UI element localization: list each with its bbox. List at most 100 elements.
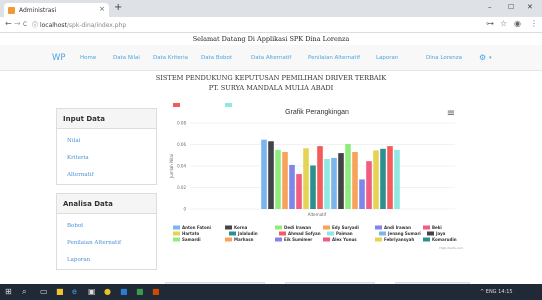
sidebar-item-alternatif[interactable]: Alternatif	[57, 167, 156, 184]
chart-credit: Highcharts.com	[439, 246, 463, 250]
nav-laporan[interactable]: Laporan	[376, 55, 398, 61]
windows-start-icon[interactable]: ⊞	[5, 287, 12, 296]
close-window-button[interactable]: ✕	[527, 3, 533, 11]
settings-gear-icon[interactable]: ⚙	[479, 53, 486, 62]
nav-data-nilai[interactable]: Data Nilai	[113, 55, 140, 61]
legend-label: Dedi Irawan	[284, 225, 311, 230]
bar-korna	[268, 141, 274, 209]
legend-label: Korna	[234, 225, 248, 230]
legend-swatch	[375, 237, 382, 242]
back-button[interactable]: ←	[5, 19, 12, 28]
legend-swatch	[423, 225, 430, 230]
legend-swatch	[375, 225, 382, 230]
legend-label: Andi Irawan	[384, 225, 411, 230]
app-icon[interactable]: ■	[152, 287, 160, 296]
legend-swatch	[327, 231, 334, 236]
edge-icon[interactable]: e	[72, 287, 77, 296]
y-tick-label: 0.02	[177, 185, 186, 190]
legend-label: Marhasn	[234, 237, 254, 242]
sidebar-item-kriteria[interactable]: Kriteria	[57, 150, 156, 167]
legend-swatch	[427, 231, 434, 236]
bar-eik-sumimer	[359, 179, 365, 209]
menu-icon[interactable]: ⋮	[530, 19, 538, 28]
y-tick-label: 0.08	[177, 121, 186, 126]
new-tab-button[interactable]: +	[114, 2, 122, 13]
chart-title: Grafik Perangkingan	[285, 109, 349, 116]
legend-label: Samardi	[182, 237, 201, 242]
account-icon[interactable]: ◉	[514, 19, 521, 28]
legend-swatch	[173, 231, 180, 236]
bar-edy-suryadi	[282, 152, 288, 209]
system-tray[interactable]: ^ ENG 14:15	[480, 289, 513, 295]
word-icon[interactable]: ■	[120, 287, 128, 296]
bar-febriyansyah	[373, 150, 379, 209]
task-view-icon[interactable]: ▭	[40, 287, 48, 296]
nav-home[interactable]: Home	[80, 55, 96, 61]
welcome-text: Selamat Datang Di Applikasi SPK Dina Lor…	[192, 35, 350, 43]
chrome-icon[interactable]: ●	[104, 287, 111, 296]
key-icon[interactable]: ⊶	[486, 19, 494, 28]
y-tick-label: 0	[183, 207, 186, 212]
search-icon[interactable]: ⌕	[22, 287, 26, 297]
nav-data-bobot[interactable]: Data Bobot	[201, 55, 232, 61]
legend-swatch	[173, 225, 180, 230]
bar-anton-fatoni	[261, 139, 267, 209]
bar-ahmad-sofyan	[317, 146, 323, 209]
input-data-heading: Input Data	[57, 109, 156, 129]
legend-swatch	[229, 231, 236, 236]
legend-label: Alex Yunus	[332, 237, 357, 242]
legend-label: Beki	[432, 225, 442, 230]
sidebar-item-bobot[interactable]: Bobot	[57, 218, 156, 235]
excel-icon[interactable]: ■	[136, 287, 144, 296]
bar-dedi-irawan	[275, 149, 281, 209]
bar-komarudin	[380, 148, 386, 209]
bar-jaya	[338, 153, 344, 209]
url-path: /spk-dina/index.php	[66, 22, 127, 29]
legend-swatch	[275, 225, 282, 230]
file-explorer-icon[interactable]: ■	[56, 287, 64, 296]
browser-titlebar: Administrasi × + – ☐ ✕	[0, 0, 542, 17]
tab-title: Administrasi	[19, 6, 57, 14]
legend-swatch	[279, 231, 286, 236]
sidebar-item-laporan[interactable]: Laporan	[57, 252, 156, 269]
chevron-down-icon[interactable]: ▾	[489, 55, 492, 61]
ranking-chart-svg: Grafik Perangkingan ≡ 0 0.02 0.04 0.06 0.08 Jum…	[169, 99, 463, 250]
star-icon[interactable]: ☆	[500, 19, 507, 28]
tab-close-icon[interactable]: ×	[99, 5, 105, 13]
legend-swatch	[379, 231, 386, 236]
store-icon[interactable]: ▣	[88, 287, 96, 296]
browser-tab[interactable]: Administrasi ×	[4, 3, 109, 17]
y-axis-label: Jumlah Nilai	[169, 154, 174, 179]
sidebar-item-nilai[interactable]: Nilai	[57, 133, 156, 150]
nav-data-kriteria[interactable]: Data Kriteria	[153, 55, 188, 61]
forward-button[interactable]: →	[14, 19, 21, 28]
brand-link[interactable]: WP	[52, 53, 66, 63]
sidebar-item-penilaian-alternatif[interactable]: Penilaian Alternatif	[57, 235, 156, 252]
bar-nurohim	[387, 146, 393, 209]
legend-label: Febriyansyah	[384, 237, 414, 242]
bar-evan-w	[394, 149, 400, 209]
analisa-data-heading: Analisa Data	[57, 194, 156, 214]
bar-jenang-sumari	[331, 157, 337, 209]
nav-data-alternatif[interactable]: Data Alternatif	[251, 55, 291, 61]
bar-andi-irawan	[289, 164, 295, 209]
ranking-chart: Grafik Perangkingan ≡ 0 0.02 0.04 0.06 0.08 Jum…	[165, 99, 470, 271]
url-host: localhost	[39, 22, 67, 29]
address-bar[interactable]: ⓘ localhost/spk-dina/index.php	[32, 20, 126, 29]
legend-label: Anton Fatoni	[182, 225, 212, 230]
nav-penilaian-alternatif[interactable]: Penilaian Alternatif	[308, 55, 360, 61]
chart-menu-icon[interactable]: ≡	[447, 108, 455, 119]
legend-swatch	[323, 225, 330, 230]
nav-user[interactable]: Dina Lorenza	[426, 55, 462, 61]
legend-label: Hartato	[182, 231, 200, 236]
minimize-button[interactable]: –	[488, 3, 492, 11]
maximize-button[interactable]: ☐	[508, 3, 514, 11]
legend-swatch	[275, 237, 282, 242]
page-subtitle: PT. SURYA MANDALA MULIA ABADI	[208, 84, 334, 92]
bar-hartato	[303, 148, 309, 209]
tab-favicon-icon	[8, 6, 15, 14]
legend-swatch	[323, 237, 330, 242]
legend-swatch	[225, 225, 232, 230]
page-content: Selamat Datang Di Applikasi SPK Dina Lor…	[0, 33, 542, 284]
reload-button[interactable]: C	[23, 21, 27, 28]
